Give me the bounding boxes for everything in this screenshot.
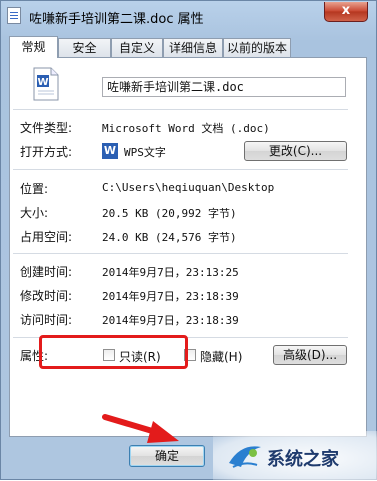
tab-details[interactable]: 详细信息: [163, 38, 223, 57]
modified-label: 修改时间:: [20, 289, 73, 303]
size-value: 20.5 KB (20,992 字节): [102, 207, 237, 220]
separator: [13, 169, 348, 170]
tab-general[interactable]: 常规: [9, 36, 58, 58]
watermark: 系统之家: [213, 431, 377, 481]
created-value: 2014年9月7日，23:13:25: [102, 266, 239, 279]
modified-value: 2014年9月7日，23:18:39: [102, 290, 239, 303]
annotation-highlight-box: [39, 335, 188, 369]
open-with-label: 打开方式:: [20, 145, 73, 159]
watermark-text: 系统之家: [267, 449, 339, 470]
word-file-icon: W: [31, 67, 61, 101]
annotation-arrow: [101, 411, 181, 447]
watermark-logo-icon: [227, 441, 263, 471]
tab-previous-versions[interactable]: 以前的版本: [223, 38, 291, 57]
close-icon: x: [341, 3, 351, 18]
tab-security[interactable]: 安全: [58, 38, 111, 57]
size-on-disk-label: 占用空间:: [20, 230, 73, 244]
filename-input[interactable]: 咗嗛新手培训第二课.doc: [102, 77, 346, 97]
document-icon: [7, 7, 21, 24]
properties-window: 咗嗛新手培训第二课.doc 属性 x 常规 安全 自定义 详细信息 以前的版本 …: [0, 0, 377, 481]
ok-button[interactable]: 确定: [129, 445, 205, 467]
change-button[interactable]: 更改(C)...: [244, 141, 347, 161]
svg-text:W: W: [37, 77, 48, 88]
file-type-label: 文件类型:: [20, 121, 73, 135]
file-type-value: Microsoft Word 文档 (.doc): [102, 122, 270, 135]
separator: [13, 109, 348, 110]
separator: [13, 253, 348, 254]
size-on-disk-value: 24.0 KB (24,576 字节): [102, 231, 237, 244]
advanced-button[interactable]: 高级(D)...: [273, 345, 347, 365]
location-label: 位置:: [20, 182, 49, 196]
location-value: C:\Users\heqiuquan\Desktop: [102, 181, 275, 194]
close-button[interactable]: x: [324, 2, 368, 22]
created-label: 创建时间:: [20, 265, 73, 279]
size-label: 大小:: [20, 206, 49, 220]
hidden-label[interactable]: 隐藏(H): [200, 348, 242, 365]
accessed-label: 访问时间:: [20, 313, 73, 327]
accessed-value: 2014年9月7日，23:18:39: [102, 314, 239, 327]
title-bar[interactable]: 咗嗛新手培训第二课.doc 属性 x: [1, 1, 376, 31]
open-with-value: WPS文字: [124, 146, 166, 159]
wps-icon: W: [102, 143, 118, 159]
general-panel: [9, 57, 367, 437]
window-title: 咗嗛新手培训第二课.doc 属性: [29, 12, 204, 27]
tab-custom[interactable]: 自定义: [111, 38, 163, 57]
